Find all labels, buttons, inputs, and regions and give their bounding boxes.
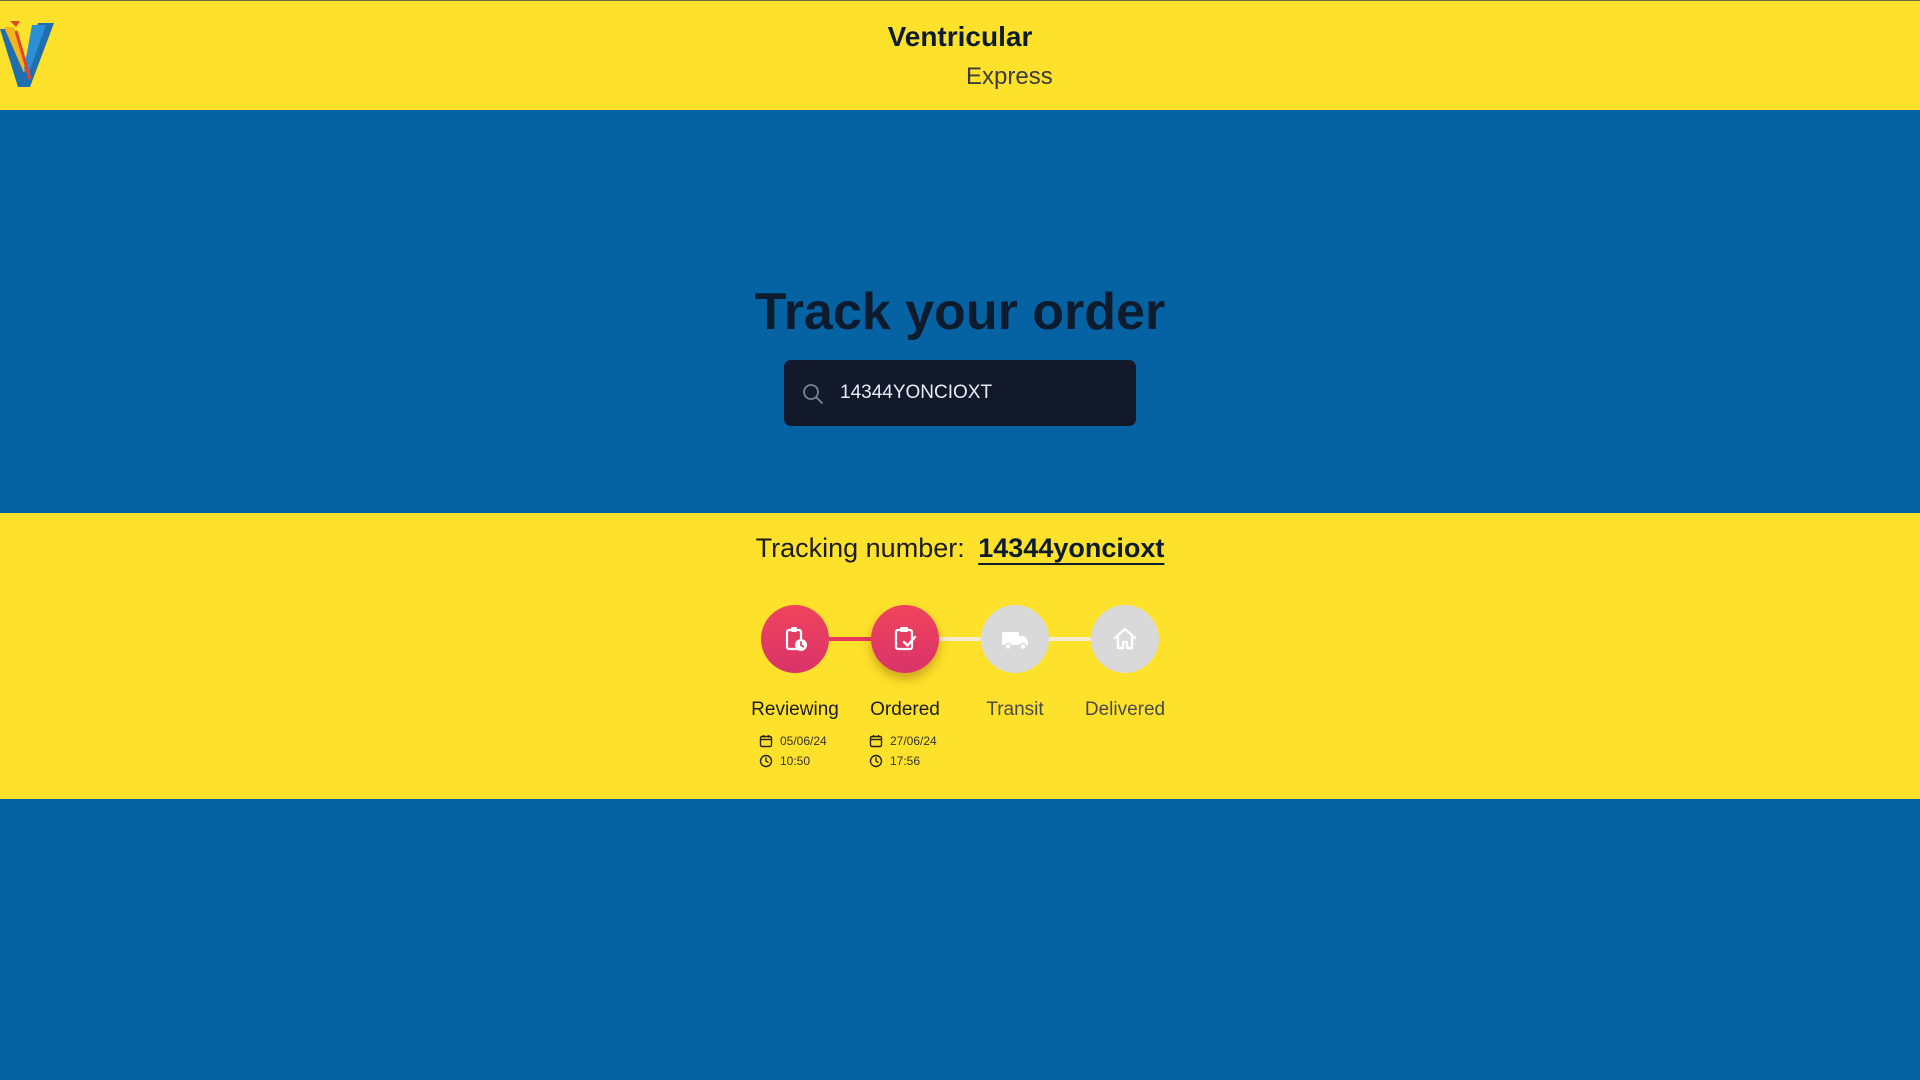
step-delivered[interactable] (1091, 605, 1159, 673)
step-ordered[interactable] (871, 605, 939, 673)
brand-subtitle: Express (966, 63, 1053, 90)
step-reviewing-date: 05/06/24 (780, 734, 827, 748)
step-reviewing-time: 10:50 (780, 754, 811, 768)
connector-reviewing-ordered (828, 637, 872, 641)
step-transit[interactable] (981, 605, 1049, 673)
tracking-search-input[interactable] (840, 360, 1120, 426)
step-reviewing-meta: 05/06/24 10:50 (759, 731, 859, 771)
site-header: Ventricular Express (0, 1, 1920, 110)
search-box[interactable] (784, 360, 1136, 426)
tracking-section: Tracking number: 14344yoncioxt Reviewing (0, 513, 1920, 799)
search-icon (803, 384, 823, 404)
hero-section: Track your order (0, 110, 1920, 513)
home-icon (1113, 627, 1137, 650)
step-delivered-label: Delivered (1084, 699, 1166, 720)
step-ordered-date: 27/06/24 (890, 734, 937, 748)
clock-icon (759, 754, 773, 768)
truck-icon (1002, 632, 1028, 651)
calendar-icon (759, 735, 773, 748)
step-ordered-meta: 27/06/24 17:56 (869, 731, 969, 771)
calendar-icon (869, 735, 883, 748)
clipboard-clock-icon (785, 627, 807, 651)
progress-stepper: Reviewing 05/06/24 10:50 Ordered 27/06/2… (0, 513, 1920, 799)
page-title: Track your order (754, 283, 1166, 341)
step-ordered-time: 17:56 (890, 754, 921, 768)
clipboard-check-icon (894, 627, 917, 651)
brand-name: Ventricular (887, 21, 1033, 52)
clock-icon (869, 754, 883, 768)
connector-transit-delivered (1048, 637, 1092, 641)
step-reviewing[interactable] (761, 605, 829, 673)
connector-ordered-transit (938, 637, 982, 641)
lower-section (0, 799, 1920, 1080)
